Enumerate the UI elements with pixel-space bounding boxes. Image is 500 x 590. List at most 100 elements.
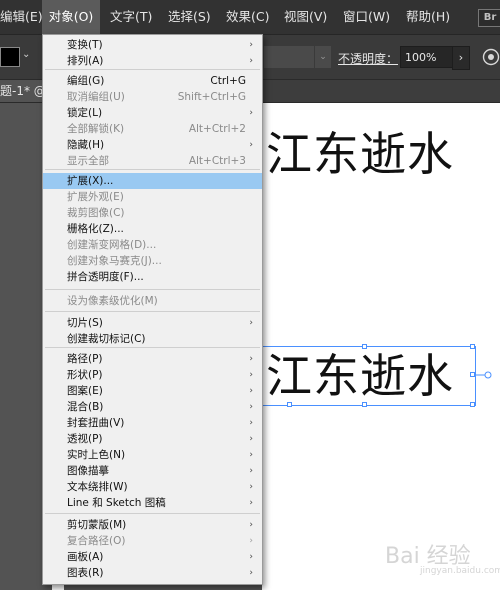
menu-item[interactable]: 文本绕排(W) ›: [43, 479, 262, 495]
menu-item[interactable]: 切片(S) ›: [43, 315, 262, 331]
menu-item[interactable]: 实时上色(N) ›: [43, 447, 262, 463]
menu-item-label: 显示全部: [67, 155, 109, 167]
document-tab[interactable]: 题-1* @: [0, 80, 46, 102]
style-field[interactable]: [264, 46, 314, 68]
selection-handle[interactable]: [287, 402, 292, 407]
menu-separator: [45, 311, 260, 312]
menu-item[interactable]: 创建裁切标记(C): [43, 331, 262, 347]
menu-item[interactable]: 封套扭曲(V) ›: [43, 415, 262, 431]
menu-item-label: 全部解锁(K): [67, 123, 125, 135]
menu-type[interactable]: 文字(T): [110, 0, 152, 34]
menu-item[interactable]: 复合路径(O) ›: [43, 533, 262, 549]
menu-item[interactable]: 变换(T) ›: [43, 37, 262, 53]
selection-bounding-box[interactable]: [256, 346, 476, 406]
menu-item[interactable]: 扩展外观(E): [43, 189, 262, 205]
chevron-right-icon: ›: [249, 354, 253, 364]
rotate-handle-icon[interactable]: [474, 371, 492, 379]
opacity-label[interactable]: 不透明度：: [338, 50, 398, 67]
menu-item-label: 裁剪图像(C): [67, 207, 125, 219]
chevron-right-icon: ›: [249, 108, 253, 118]
menu-item[interactable]: 设为像素级优化(M): [43, 293, 262, 309]
menu-item-label: 图表(R): [67, 567, 104, 579]
menu-item-label: 实时上色(N): [67, 449, 126, 461]
globe-icon[interactable]: [482, 48, 500, 66]
menu-item-label: 图像描摹: [67, 465, 109, 477]
canvas-text-object[interactable]: 江东逝水: [266, 118, 454, 184]
menu-separator: [45, 289, 260, 290]
selection-handle[interactable]: [362, 344, 367, 349]
menu-item[interactable]: 形状(P) ›: [43, 367, 262, 383]
menu-item[interactable]: 图表(R) ›: [43, 565, 262, 581]
menu-effect[interactable]: 效果(C): [226, 0, 269, 34]
chevron-right-icon: ›: [249, 318, 253, 328]
menu-item[interactable]: 剪切蒙版(M) ›: [43, 517, 262, 533]
menu-item-label: 封套扭曲(V): [67, 417, 125, 429]
menu-item[interactable]: 拼合透明度(F)...: [43, 269, 262, 285]
menu-item-label: 路径(P): [67, 353, 103, 365]
chevron-right-icon: ›: [249, 498, 253, 508]
menu-item[interactable]: 锁定(L) ›: [43, 105, 262, 121]
menu-item[interactable]: 全部解锁(K) Alt+Ctrl+2: [43, 121, 262, 137]
menu-item[interactable]: 创建渐变网格(D)...: [43, 237, 262, 253]
menu-object[interactable]: 对象(O): [42, 0, 100, 34]
menu-item[interactable]: 扩展(X)...: [43, 173, 262, 189]
menu-item[interactable]: 取消编组(U) Shift+Ctrl+G: [43, 89, 262, 105]
menu-item[interactable]: 编组(G) Ctrl+G: [43, 73, 262, 89]
chevron-right-icon: ›: [249, 386, 253, 396]
menu-bar: 编辑(E) 对象(O) 文字(T) 选择(S) 效果(C) 视图(V) 窗口(W…: [0, 0, 500, 35]
menu-help[interactable]: 帮助(H): [406, 0, 450, 34]
menu-item-label: 透视(P): [67, 433, 103, 445]
menu-item-label: 排列(A): [67, 55, 104, 67]
chevron-right-icon: ›: [249, 402, 253, 412]
menu-item[interactable]: 图像描摹 ›: [43, 463, 262, 479]
chevron-right-icon: ›: [249, 418, 253, 428]
chevron-down-icon[interactable]: ⌄: [22, 49, 30, 60]
menu-item[interactable]: 隐藏(H) ›: [43, 137, 262, 153]
menu-item[interactable]: 创建对象马赛克(J)...: [43, 253, 262, 269]
chevron-right-icon: ›: [249, 482, 253, 492]
menu-separator: [45, 169, 260, 170]
menu-item-label: 锁定(L): [67, 107, 103, 119]
menu-item-label: 混合(B): [67, 401, 104, 413]
menu-view[interactable]: 视图(V): [284, 0, 327, 34]
menu-item[interactable]: 栅格化(Z)...: [43, 221, 262, 237]
menu-item-label: 切片(S): [67, 317, 103, 329]
chevron-right-icon: ›: [249, 568, 253, 578]
menu-item-label: 编组(G): [67, 75, 105, 87]
chevron-right-icon: ›: [249, 56, 253, 66]
fill-color-swatch[interactable]: [0, 47, 20, 67]
chevron-right-icon: ›: [249, 40, 253, 50]
menu-item[interactable]: 图案(E) ›: [43, 383, 262, 399]
menu-item-label: 扩展(X)...: [67, 175, 114, 187]
selection-handle[interactable]: [362, 402, 367, 407]
menu-item[interactable]: 透视(P) ›: [43, 431, 262, 447]
menu-item[interactable]: Line 和 Sketch 图稿 ›: [43, 495, 262, 511]
menu-edit[interactable]: 编辑(E): [0, 0, 43, 34]
bridge-icon[interactable]: Br: [478, 9, 500, 27]
menu-item[interactable]: 画板(A) ›: [43, 549, 262, 565]
menu-item[interactable]: 显示全部 Alt+Ctrl+3: [43, 153, 262, 169]
chevron-down-icon[interactable]: ⌄: [314, 46, 331, 68]
chevron-right-icon: ›: [249, 520, 253, 530]
chevron-right-icon: ›: [249, 466, 253, 476]
menu-item[interactable]: 裁剪图像(C): [43, 205, 262, 221]
menu-item-label: 扩展外观(E): [67, 191, 124, 203]
opacity-input[interactable]: [400, 46, 454, 68]
selection-handle[interactable]: [470, 402, 475, 407]
menu-window[interactable]: 窗口(W): [343, 0, 390, 34]
menu-item[interactable]: 路径(P) ›: [43, 351, 262, 367]
menu-item-label: 形状(P): [67, 369, 103, 381]
selection-handle[interactable]: [470, 344, 475, 349]
menu-separator: [45, 69, 260, 70]
menu-item-label: 创建渐变网格(D)...: [67, 239, 157, 251]
menu-separator: [45, 513, 260, 514]
menu-item-shortcut: Alt+Ctrl+3: [188, 155, 246, 167]
menu-item-label: 画板(A): [67, 551, 104, 563]
chevron-right-icon: ›: [249, 370, 253, 380]
menu-select[interactable]: 选择(S): [168, 0, 211, 34]
menu-item[interactable]: 排列(A) ›: [43, 53, 262, 69]
chevron-right-icon[interactable]: ›: [452, 46, 470, 70]
menu-item[interactable]: 混合(B) ›: [43, 399, 262, 415]
menu-separator: [45, 347, 260, 348]
chevron-right-icon: ›: [249, 552, 253, 562]
